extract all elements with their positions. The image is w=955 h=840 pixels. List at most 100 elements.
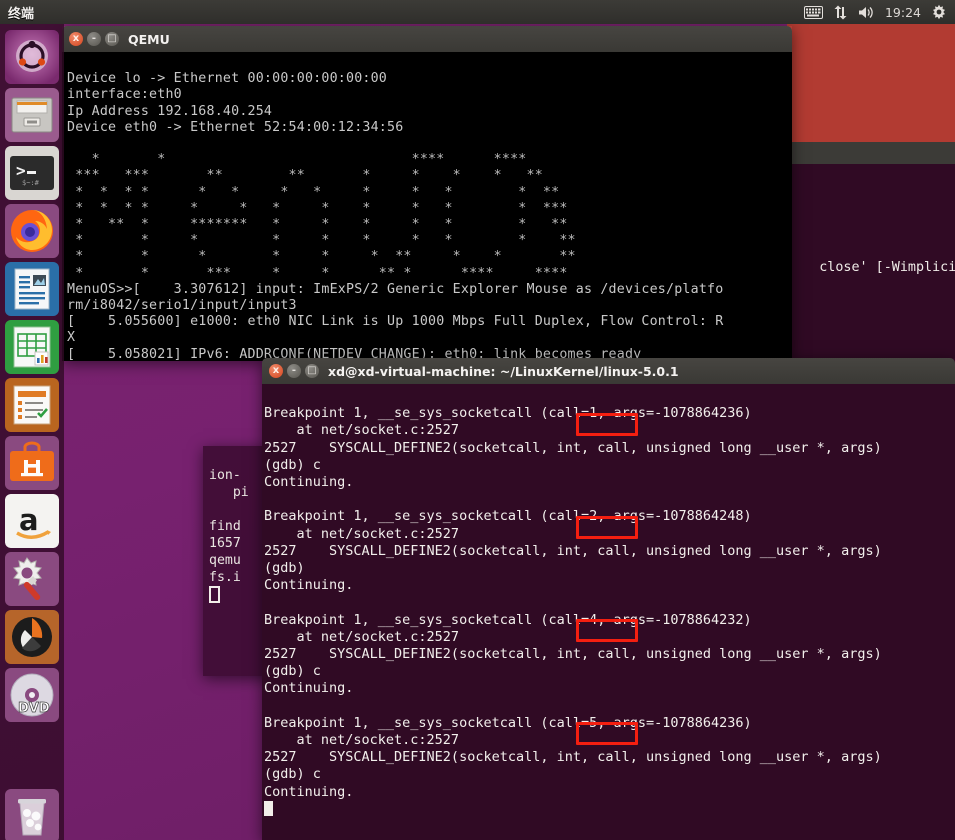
gdb-b2-at: at net/socket.c:2527 [264, 628, 460, 645]
volume-icon[interactable] [858, 5, 875, 20]
highlight-box-call-2 [576, 516, 638, 539]
gdb-maximize-button[interactable]: □ [305, 364, 319, 378]
highlight-box-call-4 [576, 619, 638, 642]
qemu-ascii-art-5: * * * * * * * * * ** [67, 233, 576, 249]
sidebar-item-libreoffice-calc[interactable] [5, 320, 59, 374]
gdb-b3-at: at net/socket.c:2527 [264, 732, 460, 749]
qemu-ascii-art-6: * * * * * * ** * * ** [67, 249, 576, 265]
sidebar-item-trash[interactable] [5, 789, 59, 840]
qemu-close-glyph: x [72, 33, 80, 44]
highlight-box-call-1 [576, 413, 638, 436]
qemu-minimize-glyph: - [91, 33, 97, 44]
gdb-b0-continuing: Continuing. [264, 474, 354, 491]
gdb-b1-at: at net/socket.c:2527 [264, 525, 460, 542]
build-line-6: fs.i [209, 570, 241, 585]
gdb-terminal-body[interactable]: Breakpoint 1, __se_sys_socketcall (call=… [262, 384, 955, 840]
gdb-b3-prompt: (gdb) c [264, 766, 321, 783]
qemu-window-controls: x - □ [69, 32, 119, 46]
sidebar-item-terminal[interactable]: > $~:# [5, 146, 59, 200]
gdb-close-glyph: x [272, 365, 280, 376]
sidebar-item-help[interactable] [5, 610, 59, 664]
sidebar-item-ubuntu-software[interactable] [5, 436, 59, 490]
qemu-boot-2: [ 5.055600] e1000: eth0 NIC Link is Up 1… [67, 314, 724, 330]
gdb-window-title: xd@xd-virtual-machine: ~/LinuxKernel/lin… [328, 363, 679, 379]
system-tray: 19:24 [803, 4, 947, 20]
build-line-4: 1657 [209, 536, 241, 551]
sidebar-item-libreoffice-impress[interactable] [5, 378, 59, 432]
gear-icon[interactable] [931, 4, 947, 20]
qemu-ascii-art-7: * * *** * * ** * **** **** [67, 265, 568, 281]
gdb-window-controls: x - □ [269, 364, 319, 378]
sidebar-item-dvd-player[interactable]: DVD [5, 668, 59, 722]
gdb-b1-source: 2527 SYSCALL_DEFINE2(socketcall, int, ca… [264, 542, 882, 559]
svg-text:$~:#: $~:# [22, 179, 40, 187]
gdb-b1-prompt: (gdb) [264, 560, 305, 577]
gdb-b2-breakpoint: Breakpoint 1, __se_sys_socketcall (call=… [264, 611, 752, 628]
gdb-maximize-glyph: □ [307, 365, 317, 376]
qemu-boot-0: MenuOS>>[ 3.307612] input: ImExPS/2 Gene… [67, 281, 724, 297]
qemu-ascii-art-2: * * * * * * * * * * * * ** [67, 184, 560, 200]
sidebar-item-ubuntu-dash[interactable] [5, 30, 59, 84]
gdb-b1-continuing: Continuing. [264, 577, 354, 594]
sidebar-item-files[interactable] [5, 88, 59, 142]
qemu-window[interactable]: x - □ QEMU Device lo -> Ethernet 00:00:0… [62, 26, 792, 361]
sidebar-item-system-settings[interactable] [5, 552, 59, 606]
qemu-ascii-art-3: * * * * * * * * * * * * *** [67, 200, 568, 216]
gdb-minimize-glyph: - [291, 365, 297, 376]
qemu-line-2: Ip Address 192.168.40.254 [67, 103, 273, 119]
sidebar-item-amazon[interactable]: a [5, 494, 59, 548]
qemu-minimize-button[interactable]: - [87, 32, 101, 46]
background-terminal-text: close' [-Wimplici [819, 260, 955, 275]
keyboard-icon[interactable] [803, 5, 823, 19]
gdb-close-button[interactable]: x [269, 364, 283, 378]
gdb-b2-source: 2527 SYSCALL_DEFINE2(socketcall, int, ca… [264, 646, 882, 663]
qemu-boot-3: X [67, 330, 76, 346]
svg-text:>: > [16, 161, 26, 180]
build-line-1: pi [209, 485, 249, 500]
highlight-box-call-5 [576, 722, 638, 745]
qemu-ascii-art-1: *** *** ** ** * * * * ** [67, 168, 543, 184]
background-terminal[interactable]: close' [-Wimplici [787, 164, 955, 364]
qemu-ascii-art-0: * * **** **** [67, 152, 527, 168]
qemu-titlebar[interactable]: x - □ QEMU [62, 26, 792, 52]
qemu-boot-1: rm/i8042/serio1/input/input3 [67, 298, 297, 314]
qemu-terminal-body[interactable]: Device lo -> Ethernet 00:00:00:00:00:00 … [62, 52, 792, 361]
top-panel: 终端 19:24 [0, 0, 955, 24]
gdb-b3-source: 2527 SYSCALL_DEFINE2(socketcall, int, ca… [264, 749, 882, 766]
gdb-terminal-cursor [264, 800, 273, 816]
svg-text:DVD: DVD [18, 701, 50, 716]
qemu-window-title: QEMU [128, 31, 170, 47]
gdb-b2-continuing: Continuing. [264, 680, 354, 697]
qemu-close-button[interactable]: x [69, 32, 83, 46]
background-window-titlebar[interactable] [787, 142, 955, 164]
gdb-b0-breakpoint: Breakpoint 1, __se_sys_socketcall (call=… [264, 405, 752, 422]
gdb-b1-breakpoint: Breakpoint 1, __se_sys_socketcall (call=… [264, 508, 752, 525]
build-line-5: qemu [209, 553, 241, 568]
launcher-gap [0, 726, 64, 786]
gdb-b0-at: at net/socket.c:2527 [264, 422, 460, 439]
qemu-line-3: Device eth0 -> Ethernet 52:54:00:12:34:5… [67, 119, 404, 135]
active-app-title[interactable]: 终端 [8, 3, 34, 22]
desktop: 终端 19:24 > $~:# a DVD close' [-Wimplici … [0, 0, 955, 840]
gdb-b2-prompt: (gdb) c [264, 663, 321, 680]
gdb-b3-continuing: Continuing. [264, 783, 354, 800]
unity-launcher: > $~:# a DVD [0, 24, 64, 840]
gdb-minimize-button[interactable]: - [287, 364, 301, 378]
gdb-b3-breakpoint: Breakpoint 1, __se_sys_socketcall (call=… [264, 714, 752, 731]
build-line-0: ion- [209, 468, 241, 483]
qemu-maximize-button[interactable]: □ [105, 32, 119, 46]
sidebar-item-firefox[interactable] [5, 204, 59, 258]
build-line-3: find [209, 519, 241, 534]
svg-text:a: a [19, 503, 39, 537]
sidebar-item-libreoffice-writer[interactable] [5, 262, 59, 316]
qemu-maximize-glyph: □ [107, 33, 117, 44]
qemu-line-0: Device lo -> Ethernet 00:00:00:00:00:00 [67, 71, 388, 87]
background-window-red[interactable] [787, 24, 955, 142]
qemu-ascii-art-4: * ** * ******* * * * * * * ** [67, 217, 568, 233]
gdb-b0-prompt: (gdb) c [264, 456, 321, 473]
qemu-line-1: interface:eth0 [67, 87, 182, 103]
clock[interactable]: 19:24 [885, 5, 921, 20]
network-updown-icon[interactable] [833, 5, 848, 20]
gdb-terminal-window[interactable]: x - □ xd@xd-virtual-machine: ~/LinuxKern… [262, 358, 955, 840]
gdb-titlebar[interactable]: x - □ xd@xd-virtual-machine: ~/LinuxKern… [262, 358, 955, 384]
